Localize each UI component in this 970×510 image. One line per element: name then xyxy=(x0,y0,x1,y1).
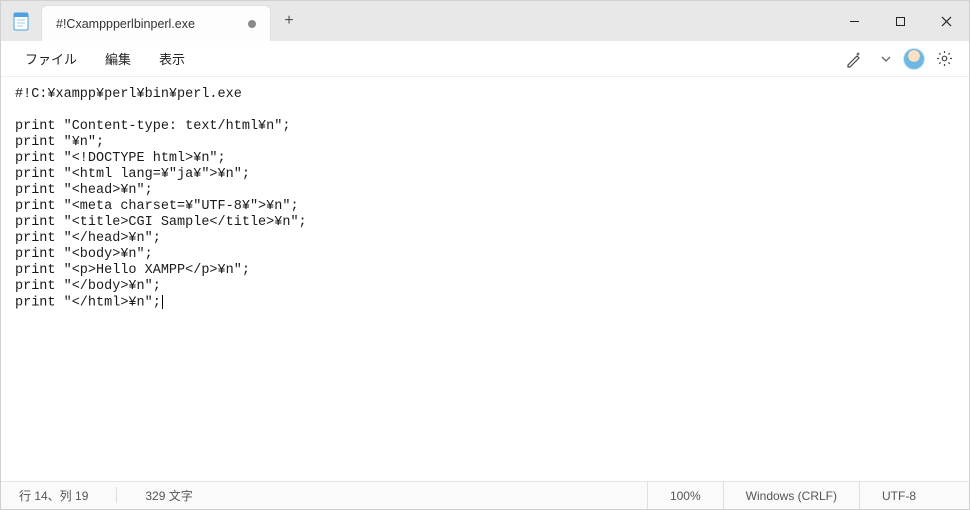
tab-active[interactable]: #!Cxamppperlbinperl.exe xyxy=(41,5,271,41)
menu-view[interactable]: 表示 xyxy=(145,43,199,74)
settings-button[interactable] xyxy=(929,44,959,74)
tab-title: #!Cxamppperlbinperl.exe xyxy=(56,17,238,31)
titlebar: #!Cxamppperlbinperl.exe + xyxy=(1,1,969,41)
window-controls xyxy=(831,1,969,41)
status-line-ending-label: Windows (CRLF) xyxy=(746,489,837,503)
menubar: ファイル 編集 表示 xyxy=(1,41,969,77)
menu-edit[interactable]: 編集 xyxy=(91,43,145,74)
minimize-button[interactable] xyxy=(831,1,877,41)
new-tab-button[interactable]: + xyxy=(271,1,307,41)
status-zoom-label: 100% xyxy=(670,489,701,503)
notepad-icon xyxy=(1,1,41,41)
status-left: 行 14、列 19 329 文字 xyxy=(1,487,193,504)
account-button[interactable] xyxy=(899,44,929,74)
app-window: #!Cxamppperlbinperl.exe + ファイル 編集 表示 xyxy=(0,0,970,510)
status-encoding[interactable]: UTF-8 xyxy=(859,482,969,509)
menu-file[interactable]: ファイル xyxy=(11,43,91,74)
statusbar: 行 14、列 19 329 文字 100% Windows (CRLF) UTF… xyxy=(1,481,969,509)
status-separator xyxy=(116,487,117,503)
ai-dropdown[interactable] xyxy=(869,44,899,74)
status-cursor-position: 行 14、列 19 xyxy=(19,487,88,504)
tab-dirty-indicator xyxy=(248,20,256,28)
status-zoom[interactable]: 100% xyxy=(647,482,723,509)
text-cursor xyxy=(162,295,163,309)
titlebar-spacer xyxy=(307,1,831,41)
editor-content: #!C:¥xampp¥perl¥bin¥perl.exe print "Cont… xyxy=(15,87,307,311)
text-editor[interactable]: #!C:¥xampp¥perl¥bin¥perl.exe print "Cont… xyxy=(1,77,969,481)
maximize-button[interactable] xyxy=(877,1,923,41)
user-avatar-icon xyxy=(903,48,925,70)
status-char-count: 329 文字 xyxy=(145,487,192,504)
ai-rewrite-button[interactable] xyxy=(839,44,869,74)
status-encoding-label: UTF-8 xyxy=(882,489,916,503)
plus-icon: + xyxy=(284,12,293,30)
close-button[interactable] xyxy=(923,1,969,41)
status-line-ending[interactable]: Windows (CRLF) xyxy=(723,482,859,509)
